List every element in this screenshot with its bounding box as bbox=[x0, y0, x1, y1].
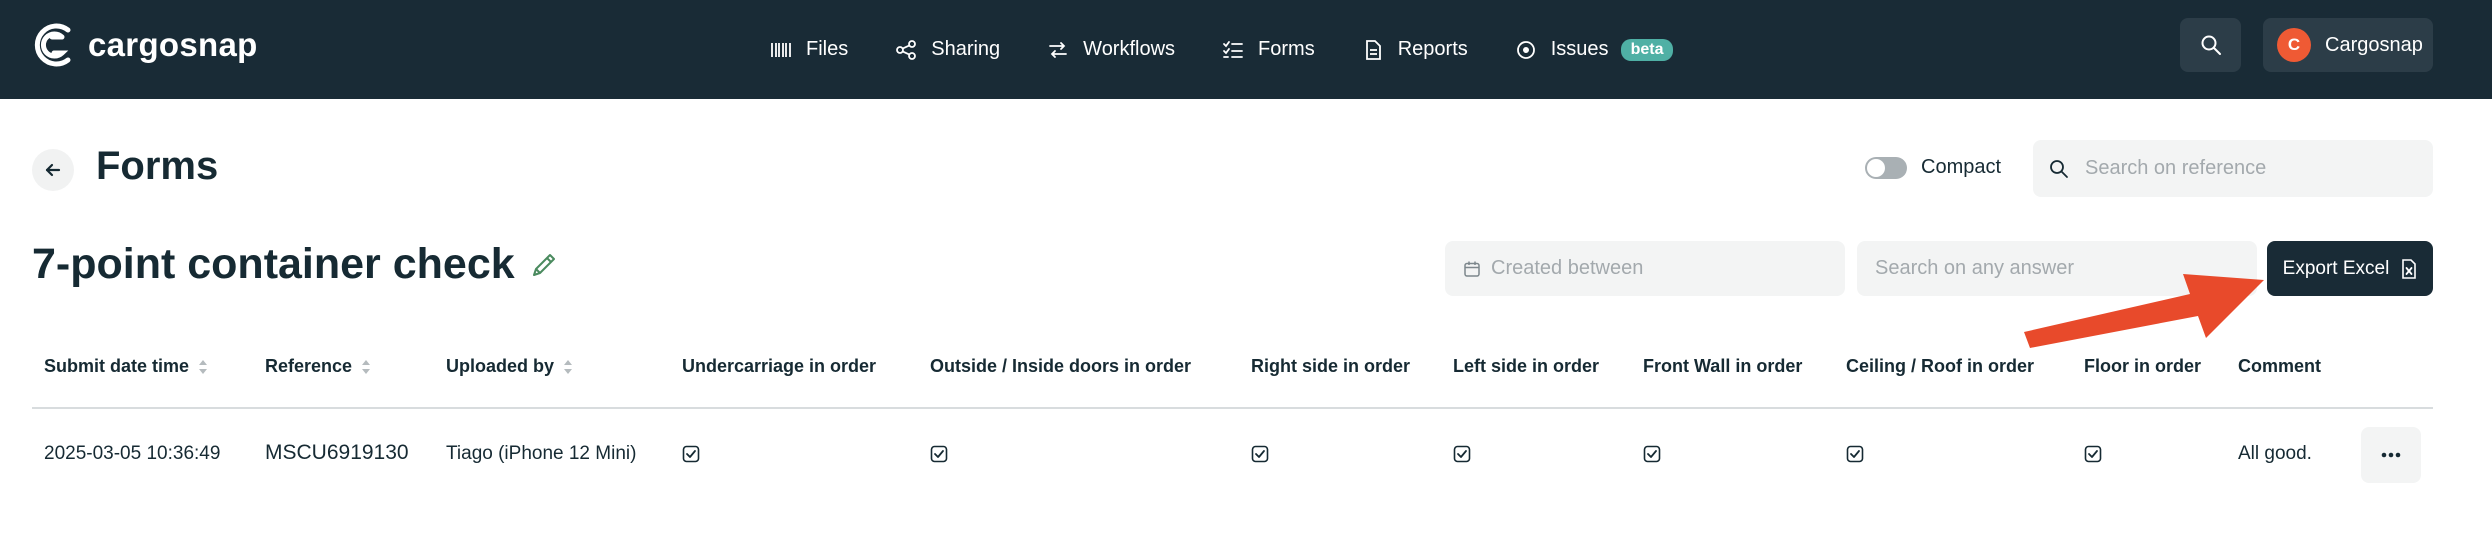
workflow-icon bbox=[1049, 41, 1068, 58]
global-search-button[interactable] bbox=[2180, 18, 2241, 72]
reference-search-input[interactable] bbox=[2085, 157, 2433, 180]
checked-box-icon bbox=[1846, 445, 1864, 463]
barcode-icon bbox=[771, 42, 791, 57]
column-header-comment: Comment bbox=[2238, 356, 2321, 377]
form-title-row: 7-point container check bbox=[32, 240, 559, 289]
column-header-front-wall: Front Wall in order bbox=[1643, 356, 1802, 377]
created-between-filter[interactable] bbox=[1445, 241, 1845, 296]
column-label: Front Wall in order bbox=[1643, 356, 1803, 376]
top-navigation-bar: cargosnap Files Sharing Workflows Forms bbox=[0, 0, 2492, 99]
column-header-uploaded-by[interactable]: Uploaded by bbox=[446, 356, 574, 377]
nav-label-forms: Forms bbox=[1258, 38, 1315, 60]
column-header-ceiling-roof: Ceiling / Roof in order bbox=[1846, 356, 2034, 377]
column-label: Right side in order bbox=[1251, 356, 1411, 376]
column-header-submit-date[interactable]: Submit date time bbox=[44, 356, 209, 377]
reference-search[interactable] bbox=[2033, 140, 2433, 197]
export-excel-button[interactable]: Export Excel bbox=[2267, 241, 2433, 296]
cell-reference[interactable]: MSCU6919130 bbox=[265, 441, 409, 465]
column-label: Outside / Inside doors in order bbox=[930, 356, 1192, 376]
annotation-arrow bbox=[2024, 274, 2264, 348]
search-icon bbox=[2201, 35, 2221, 55]
nav-item-forms[interactable]: Forms bbox=[1222, 30, 1315, 70]
nav-label-reports: Reports bbox=[1397, 38, 1468, 60]
column-label: Comment bbox=[2238, 356, 2322, 376]
checked-box-icon bbox=[1643, 445, 1661, 463]
column-header-left-side: Left side in order bbox=[1453, 356, 1599, 377]
column-label: Undercarriage in order bbox=[682, 356, 877, 376]
column-label: Uploaded by bbox=[446, 356, 555, 376]
form-title: 7-point container check bbox=[32, 240, 515, 288]
report-icon bbox=[1365, 39, 1381, 60]
checked-box-icon bbox=[930, 445, 948, 463]
pencil-icon[interactable] bbox=[529, 250, 559, 280]
cell-submit-date: 2025-03-05 10:36:49 bbox=[44, 443, 221, 464]
nav-item-files[interactable]: Files bbox=[770, 30, 848, 70]
checked-box-icon bbox=[1251, 445, 1269, 463]
sort-icon bbox=[199, 359, 208, 374]
nav-item-workflows[interactable]: Workflows bbox=[1047, 30, 1175, 70]
column-header-right-side: Right side in order bbox=[1251, 356, 1410, 377]
compact-label: Compact bbox=[1921, 156, 2002, 178]
nav-label-files: Files bbox=[806, 38, 849, 60]
column-label: Ceiling / Roof in order bbox=[1846, 356, 2034, 376]
issues-icon bbox=[1516, 40, 1535, 59]
column-label: Floor in order bbox=[2084, 356, 2201, 376]
nav-label-issues: Issues bbox=[1550, 38, 1609, 60]
excel-file-icon bbox=[2402, 258, 2417, 279]
main-nav: Files Sharing Workflows Forms Reports Is… bbox=[770, 0, 1720, 99]
checked-box-icon bbox=[2084, 445, 2102, 463]
sort-icon bbox=[564, 359, 573, 374]
back-button[interactable] bbox=[32, 149, 74, 191]
checked-box-icon bbox=[682, 445, 700, 463]
nav-label-sharing: Sharing bbox=[931, 38, 1001, 60]
row-actions-button[interactable] bbox=[2361, 427, 2421, 483]
export-excel-label: Export Excel bbox=[2282, 257, 2390, 279]
account-name: Cargosnap bbox=[2325, 33, 2423, 56]
checked-box-icon bbox=[1453, 445, 1471, 463]
created-between-input[interactable] bbox=[1491, 257, 1845, 280]
nav-item-sharing[interactable]: Sharing bbox=[895, 30, 1000, 70]
column-label: Left side in order bbox=[1453, 356, 1600, 376]
column-header-undercarriage: Undercarriage in order bbox=[682, 356, 876, 377]
cargosnap-logo[interactable]: cargosnap bbox=[32, 22, 258, 68]
page-title: Forms bbox=[96, 144, 219, 188]
sort-icon bbox=[362, 359, 371, 374]
column-label: Reference bbox=[265, 356, 353, 376]
nav-label-workflows: Workflows bbox=[1083, 38, 1176, 60]
cargosnap-logo-icon bbox=[34, 23, 71, 67]
compact-switch[interactable] bbox=[1865, 156, 1907, 179]
more-horizontal-icon bbox=[2381, 452, 2401, 458]
column-header-doors: Outside / Inside doors in order bbox=[930, 356, 1191, 377]
nav-item-issues[interactable]: Issues beta bbox=[1515, 30, 1674, 70]
avatar: C bbox=[2277, 28, 2311, 62]
nav-item-reports[interactable]: Reports bbox=[1362, 30, 1468, 70]
arrow-left-icon bbox=[45, 163, 61, 177]
column-label: Submit date time bbox=[44, 356, 190, 376]
logo-text: cargosnap bbox=[88, 26, 258, 63]
toggle-knob bbox=[1867, 158, 1885, 177]
cell-comment: All good. bbox=[2238, 443, 2312, 464]
column-header-floor: Floor in order bbox=[2084, 356, 2201, 377]
cell-uploaded-by: Tiago (iPhone 12 Mini) bbox=[446, 443, 637, 464]
account-menu-button[interactable]: C Cargosnap bbox=[2263, 18, 2433, 72]
beta-badge: beta bbox=[1620, 38, 1674, 61]
column-header-reference[interactable]: Reference bbox=[265, 356, 372, 377]
search-icon bbox=[2050, 159, 2068, 178]
checklist-icon bbox=[1223, 40, 1243, 58]
calendar-icon bbox=[1464, 261, 1480, 277]
share-icon bbox=[896, 39, 917, 60]
compact-toggle[interactable]: Compact bbox=[1865, 156, 2001, 179]
table-header-divider bbox=[32, 407, 2433, 409]
